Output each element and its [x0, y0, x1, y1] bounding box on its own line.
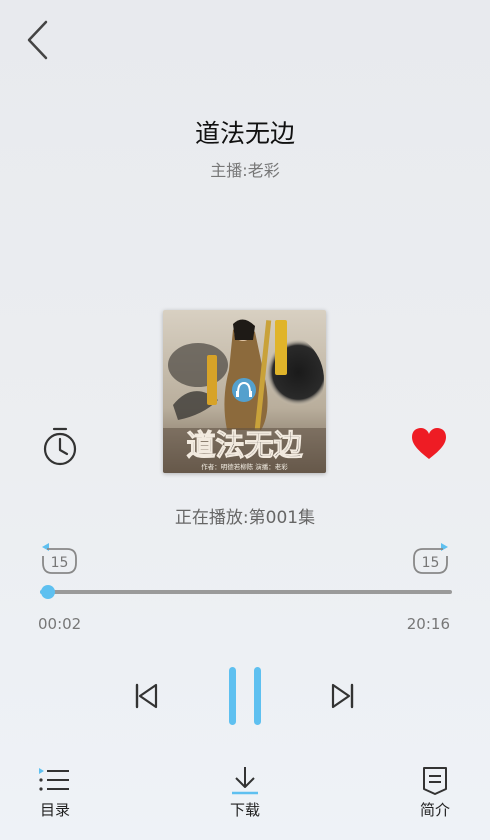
- list-icon: [39, 768, 69, 791]
- forward-15-icon: 15: [413, 543, 448, 574]
- page-title: 道法无边: [194, 119, 295, 148]
- forward-15-button[interactable]: 15: [410, 541, 452, 577]
- rewind-15-icon: 15: [42, 543, 77, 574]
- favorite-button[interactable]: [410, 426, 448, 462]
- heart-icon: [412, 428, 446, 459]
- heart-shape: [412, 428, 446, 459]
- skip-previous-icon: [135, 683, 158, 709]
- pause-icon: [229, 667, 261, 725]
- alarm-clock-icon: [43, 427, 77, 466]
- rewind-15-button[interactable]: 15: [38, 541, 80, 577]
- tab-intro-label: 简介: [419, 801, 450, 819]
- progress-track[interactable]: [40, 590, 452, 594]
- current-time: 00:02: [38, 615, 82, 633]
- now-playing-text: 正在播放:第001集: [174, 508, 316, 528]
- tab-catalog[interactable]: 目录: [15, 765, 95, 820]
- progress-thumb[interactable]: [40, 585, 55, 599]
- tab-download-label: 下载: [229, 801, 260, 819]
- pause-button[interactable]: [223, 665, 267, 727]
- skip-next-icon: [331, 683, 354, 709]
- back-button[interactable]: [20, 18, 60, 62]
- tab-intro[interactable]: 简介: [395, 765, 475, 820]
- download-icon: [232, 767, 258, 795]
- forward-label: 15: [422, 555, 440, 571]
- album-cover: 道法无边 作者：明德若柳陈 演播：老彩: [163, 310, 326, 473]
- sleep-timer-button[interactable]: [40, 424, 80, 468]
- previous-button[interactable]: [130, 680, 162, 712]
- cover-title-text: 道法无边: [186, 428, 303, 462]
- total-time: 20:16: [406, 615, 450, 633]
- rewind-label: 15: [51, 555, 69, 571]
- tab-download[interactable]: 下载: [205, 765, 285, 820]
- host-label: 主播:老彩: [210, 161, 280, 180]
- cover-credits-text: 作者：明德若柳陈 演播：老彩: [201, 462, 288, 471]
- tab-catalog-label: 目录: [39, 801, 70, 819]
- next-button[interactable]: [327, 680, 359, 712]
- album-cover-art: 道法无边 作者：明德若柳陈 演播：老彩: [163, 310, 326, 473]
- chevron-left-icon: [27, 20, 48, 60]
- document-icon: [423, 767, 447, 795]
